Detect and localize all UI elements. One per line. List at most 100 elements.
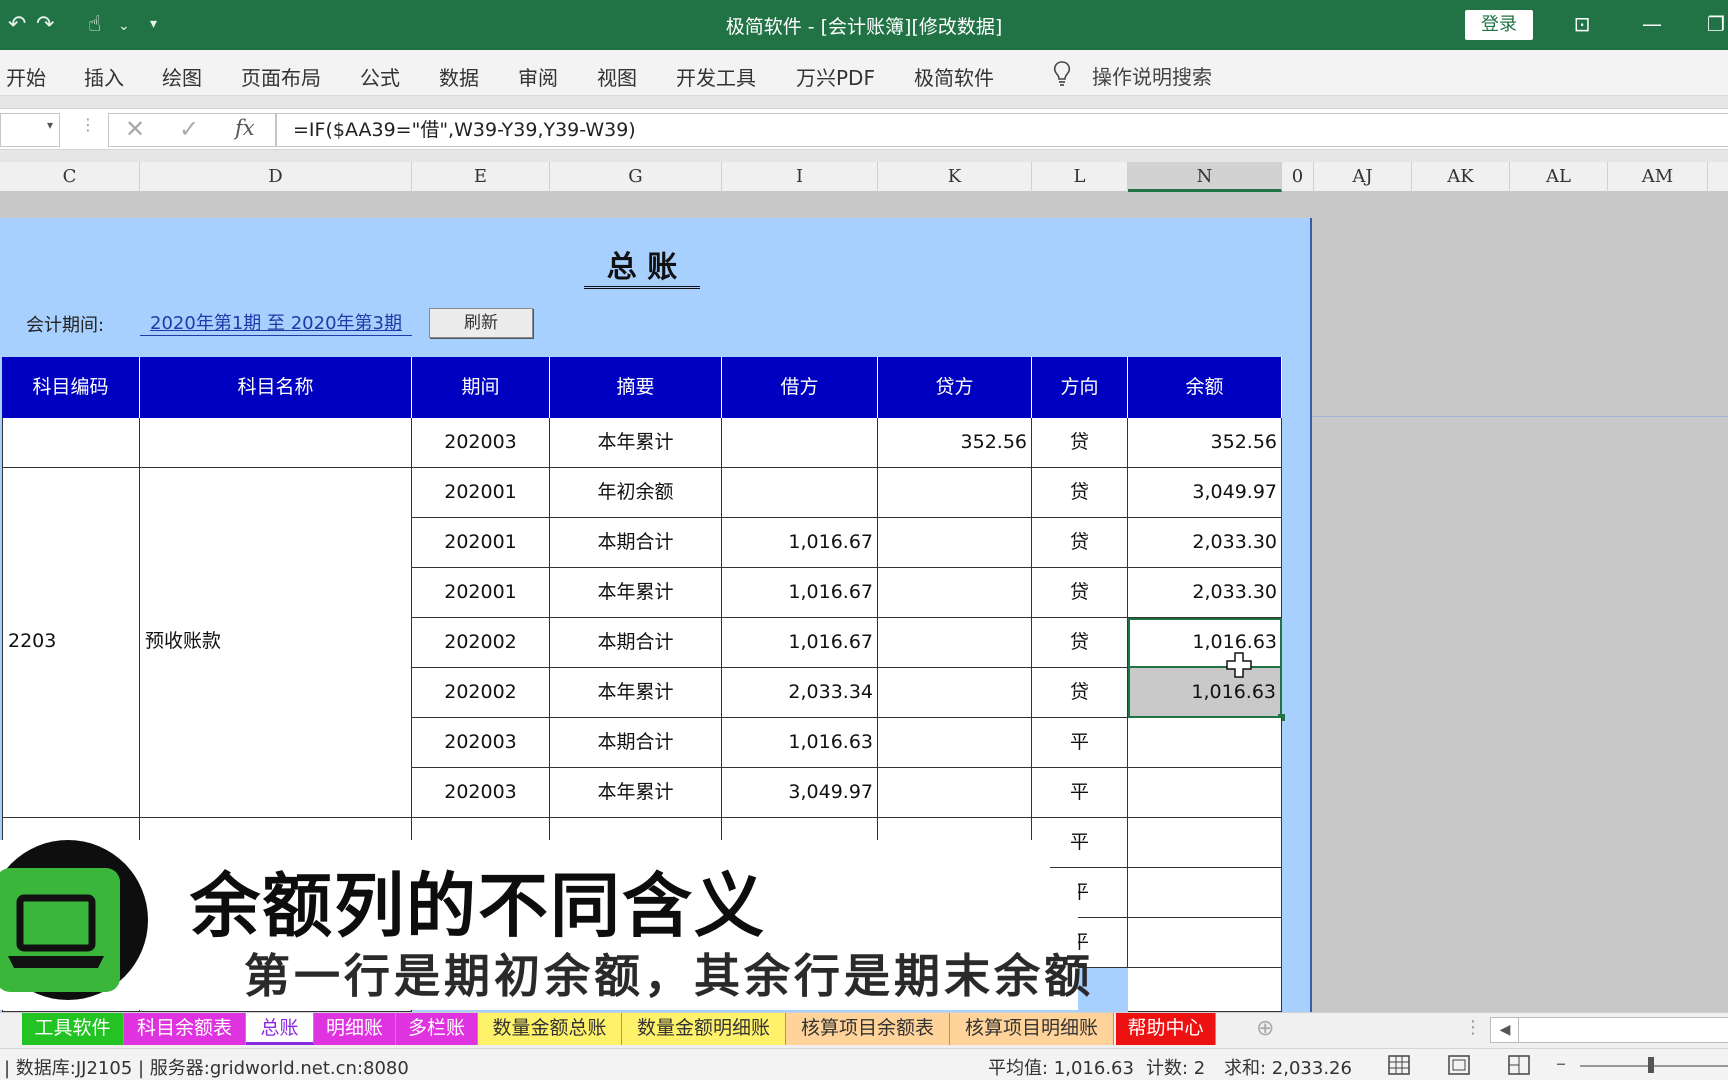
table-cell-summary[interactable]: 本期合计 (550, 618, 722, 668)
tab-jijian[interactable]: 极简软件 (914, 62, 994, 91)
cancel-icon[interactable]: ✕ (125, 115, 145, 143)
table-cell-period[interactable]: 202003 (412, 418, 550, 468)
table-cell-summary[interactable]: 本年累计 (550, 418, 722, 468)
table-cell-credit[interactable] (878, 568, 1032, 618)
column-header-n[interactable]: N (1128, 162, 1282, 192)
table-cell-balance[interactable] (1128, 968, 1282, 1012)
column-header-g[interactable]: G (550, 162, 722, 192)
table-cell-balance[interactable]: 1,016.63 (1128, 668, 1282, 718)
table-cell-direction[interactable]: 贷 (1032, 668, 1128, 718)
table-cell-period[interactable]: 202002 (412, 668, 550, 718)
table-cell-code[interactable]: 2203 (2, 468, 140, 818)
table-cell-debit[interactable]: 1,016.67 (722, 618, 878, 668)
table-cell-summary[interactable]: 本期合计 (550, 718, 722, 768)
table-cell-direction[interactable]: 平 (1032, 768, 1128, 818)
table-cell-name[interactable] (140, 418, 412, 468)
column-header-k[interactable]: K (878, 162, 1032, 192)
insert-function-icon[interactable]: fx (235, 116, 255, 140)
add-sheet-icon[interactable]: ⊕ (1256, 1016, 1274, 1041)
sheet-tab-account-balance[interactable]: 科目余额表 (124, 1013, 246, 1045)
table-cell-balance[interactable] (1128, 718, 1282, 768)
horizontal-scrollbar[interactable] (1518, 1017, 1728, 1043)
restore-icon[interactable]: ❐ (1696, 8, 1728, 40)
grip-icon[interactable]: ⋮ (1464, 1017, 1482, 1038)
table-cell-summary[interactable]: 本年累计 (550, 568, 722, 618)
sheet-tab-multi-column[interactable]: 多栏账 (396, 1013, 478, 1045)
sheet-tab-help[interactable]: 帮助中心 (1116, 1013, 1216, 1045)
scroll-left-icon[interactable]: ◀ (1490, 1017, 1520, 1043)
page-layout-icon[interactable] (1448, 1055, 1470, 1075)
table-cell-direction[interactable]: 贷 (1032, 468, 1128, 518)
table-cell-period[interactable]: 202003 (412, 768, 550, 818)
tab-insert[interactable]: 插入 (84, 62, 124, 91)
page-break-icon[interactable] (1508, 1055, 1530, 1075)
tab-data[interactable]: 数据 (439, 62, 479, 91)
column-header-0[interactable]: 0 (1282, 162, 1314, 192)
sheet-tab-detail-ledger[interactable]: 明细账 (314, 1013, 396, 1045)
zoom-slider[interactable] (1580, 1065, 1728, 1067)
name-box[interactable]: ▾ (0, 113, 60, 147)
column-header-l[interactable]: L (1032, 162, 1128, 192)
tab-view[interactable]: 视图 (597, 62, 637, 91)
sheet-tab-qty-detail[interactable]: 数量金额明细账 (622, 1013, 786, 1045)
table-cell-balance[interactable] (1128, 868, 1282, 918)
column-header-aj[interactable]: AJ (1314, 162, 1412, 192)
table-cell-debit[interactable]: 2,033.34 (722, 668, 878, 718)
table-cell-summary[interactable]: 本年累计 (550, 768, 722, 818)
table-cell-credit[interactable] (878, 718, 1032, 768)
column-header-am[interactable]: AM (1608, 162, 1708, 192)
tell-me-search[interactable]: 操作说明搜索 (1092, 61, 1212, 90)
tab-review[interactable]: 审阅 (518, 62, 558, 91)
normal-view-icon[interactable] (1388, 1055, 1410, 1075)
tab-draw[interactable]: 绘图 (162, 62, 202, 91)
zoom-out-icon[interactable]: – (1556, 1051, 1566, 1075)
table-cell-debit[interactable] (722, 418, 878, 468)
table-cell-direction[interactable]: 贷 (1032, 568, 1128, 618)
table-cell-code[interactable] (2, 418, 140, 468)
column-header-c[interactable]: C (0, 162, 140, 192)
table-cell-name[interactable]: 预收账款 (140, 468, 412, 818)
table-cell-balance[interactable]: 352.56 (1128, 418, 1282, 468)
column-header-ak[interactable]: AK (1412, 162, 1510, 192)
sheet-tab-general-ledger[interactable]: 总账 (246, 1013, 314, 1045)
table-cell-balance[interactable]: 2,033.30 (1128, 518, 1282, 568)
table-cell-debit[interactable] (722, 468, 878, 518)
sheet-tab-item-balance[interactable]: 核算项目余额表 (786, 1013, 950, 1045)
table-cell-credit[interactable] (878, 518, 1032, 568)
confirm-icon[interactable]: ✓ (179, 115, 199, 143)
table-cell-direction[interactable]: 贷 (1032, 518, 1128, 568)
tab-wondershare-pdf[interactable]: 万兴PDF (796, 62, 875, 91)
ribbon-display-icon[interactable]: ⊡ (1562, 8, 1602, 40)
table-cell-balance[interactable]: 2,033.30 (1128, 568, 1282, 618)
table-cell-period[interactable]: 202001 (412, 468, 550, 518)
table-cell-balance[interactable]: 3,049.97 (1128, 468, 1282, 518)
table-cell-period[interactable]: 202003 (412, 718, 550, 768)
refresh-button[interactable]: 刷新 (429, 308, 533, 338)
table-cell-balance[interactable] (1128, 768, 1282, 818)
chevron-down-icon[interactable]: ▾ (47, 118, 53, 132)
table-cell-debit[interactable]: 3,049.97 (722, 768, 878, 818)
table-cell-credit[interactable] (878, 468, 1032, 518)
table-cell-summary[interactable]: 本年累计 (550, 668, 722, 718)
table-cell-direction[interactable]: 贷 (1032, 618, 1128, 668)
zoom-slider-thumb[interactable] (1648, 1057, 1654, 1073)
table-cell-credit[interactable] (878, 768, 1032, 818)
table-cell-balance[interactable]: 1,016.63 (1128, 618, 1282, 668)
table-cell-debit[interactable]: 1,016.67 (722, 518, 878, 568)
table-cell-summary[interactable]: 年初余额 (550, 468, 722, 518)
sheet-tab-item-detail[interactable]: 核算项目明细账 (950, 1013, 1114, 1045)
column-header-d[interactable]: D (140, 162, 412, 192)
tab-page-layout[interactable]: 页面布局 (241, 62, 321, 91)
sheet-tab-tools[interactable]: 工具软件 (22, 1013, 124, 1045)
table-cell-credit[interactable] (878, 668, 1032, 718)
table-cell-credit[interactable] (878, 618, 1032, 668)
table-cell-period[interactable]: 202001 (412, 518, 550, 568)
formula-input[interactable]: =IF($AA39="借",W39-Y39,Y39-W39) (276, 113, 1728, 147)
column-header-al[interactable]: AL (1510, 162, 1608, 192)
sheet-tab-qty-general[interactable]: 数量金额总账 (478, 1013, 622, 1045)
table-cell-summary[interactable]: 本期合计 (550, 518, 722, 568)
table-cell-period[interactable]: 202002 (412, 618, 550, 668)
period-value[interactable]: 2020年第1期 至 2020年第3期 (140, 309, 412, 336)
table-cell-period[interactable]: 202001 (412, 568, 550, 618)
login-button[interactable]: 登录 (1465, 10, 1533, 40)
